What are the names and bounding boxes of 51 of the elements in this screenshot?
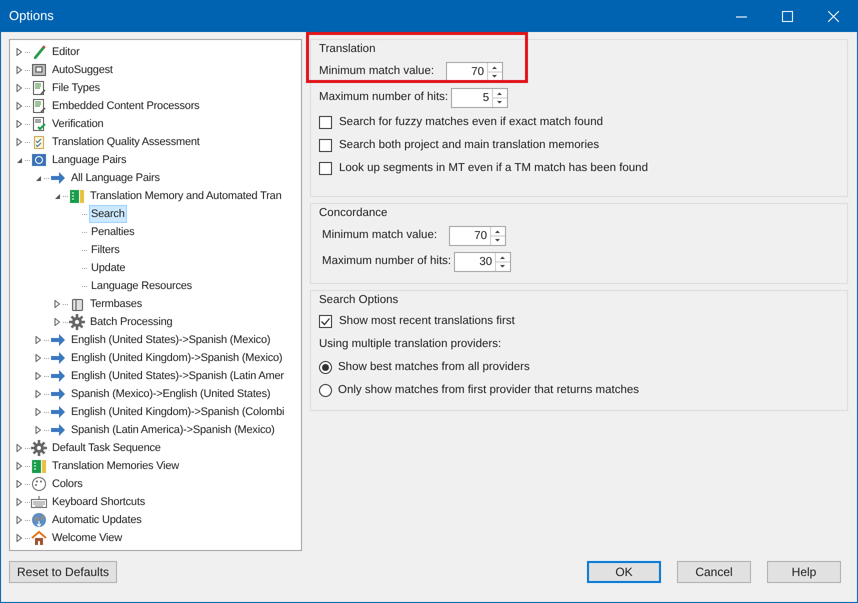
section-label: Using multiple translation providers: [319,336,502,352]
tree-item[interactable]: Welcome View [50,529,124,547]
tree-item[interactable]: Translation Quality Assessment [50,133,202,151]
tree-item[interactable]: Automatic Updates [50,511,144,529]
tree-item[interactable]: Update [89,259,128,277]
tree-item[interactable]: Batch Processing [88,313,174,331]
tree-item[interactable]: Spanish (Latin America)->Spanish (Mexico) [69,421,277,439]
window-title: Options [9,7,54,26]
checkbox-label[interactable]: Search for fuzzy matches even if exact match found [339,114,603,132]
tree-item[interactable]: All Language Pairs [69,169,162,187]
field-label: Maximum number of hits: [319,90,450,106]
number-spinner[interactable]: 5 [451,88,508,108]
tree-item[interactable]: Language Pairs [50,151,128,169]
tree-item[interactable]: Colors [50,475,85,493]
tree-item[interactable]: Editor [50,43,82,61]
number-spinner[interactable]: 30 [454,252,512,272]
group-title: Translation [319,43,376,55]
tree-item[interactable]: Verification [50,115,106,133]
tree-item[interactable]: Default Task Sequence [50,439,163,457]
checkbox-label[interactable]: Show most recent translations first [339,312,515,330]
field-label: Minimum match value: [322,228,438,244]
tree-item[interactable]: Translation Memory and Automated Tran [88,187,284,205]
dialog-button[interactable]: Cancel [677,561,751,583]
tree-item[interactable]: English (United Kingdom)->Spanish (Colombi [69,403,286,421]
tree-item[interactable]: English (United Kingdom)->Spanish (Mexico) [69,349,284,367]
tree-item[interactable]: Language Resources [89,277,194,295]
tree-item[interactable]: Search [89,205,127,223]
group-title: Concordance [319,207,388,219]
dialog-button[interactable]: Reset to Defaults [9,561,118,583]
tree-item[interactable]: File Types [50,79,102,97]
tree-item[interactable]: English (United States)->Spanish (Latin Amer [69,367,286,385]
tree-item[interactable]: Embedded Content Processors [50,97,202,115]
radio-label[interactable]: Only show matches from first provider that returns matches [338,382,640,400]
number-spinner[interactable]: 70 [449,226,506,246]
tree-item[interactable]: Filters [89,241,122,259]
field-label: Maximum number of hits: [322,254,452,270]
tree-item[interactable]: Translation Memories View [50,457,182,475]
tree-item[interactable]: Penalties [89,223,136,241]
checkbox-label[interactable]: Search both project and main translation memories [339,136,600,154]
tree-item[interactable]: AutoSuggest [50,61,115,79]
number-spinner[interactable]: 70 [446,62,503,82]
tree-item[interactable]: Termbases [88,295,144,313]
dialog-button[interactable]: Help [767,561,841,583]
dialog-button[interactable]: OK [587,561,661,583]
radio-label[interactable]: Show best matches from all providers [338,358,530,376]
tree-item[interactable]: English (United States)->Spanish (Mexico) [69,331,272,349]
checkbox-label[interactable]: Look up segments in MT even if a TM match has been found [339,160,648,178]
field-label: Minimum match value: [319,64,436,80]
tree-item[interactable]: Spanish (Mexico)->English (United States) [69,385,272,403]
tree-item[interactable]: Keyboard Shortcuts [50,493,148,511]
group-title: Search Options [319,294,398,306]
